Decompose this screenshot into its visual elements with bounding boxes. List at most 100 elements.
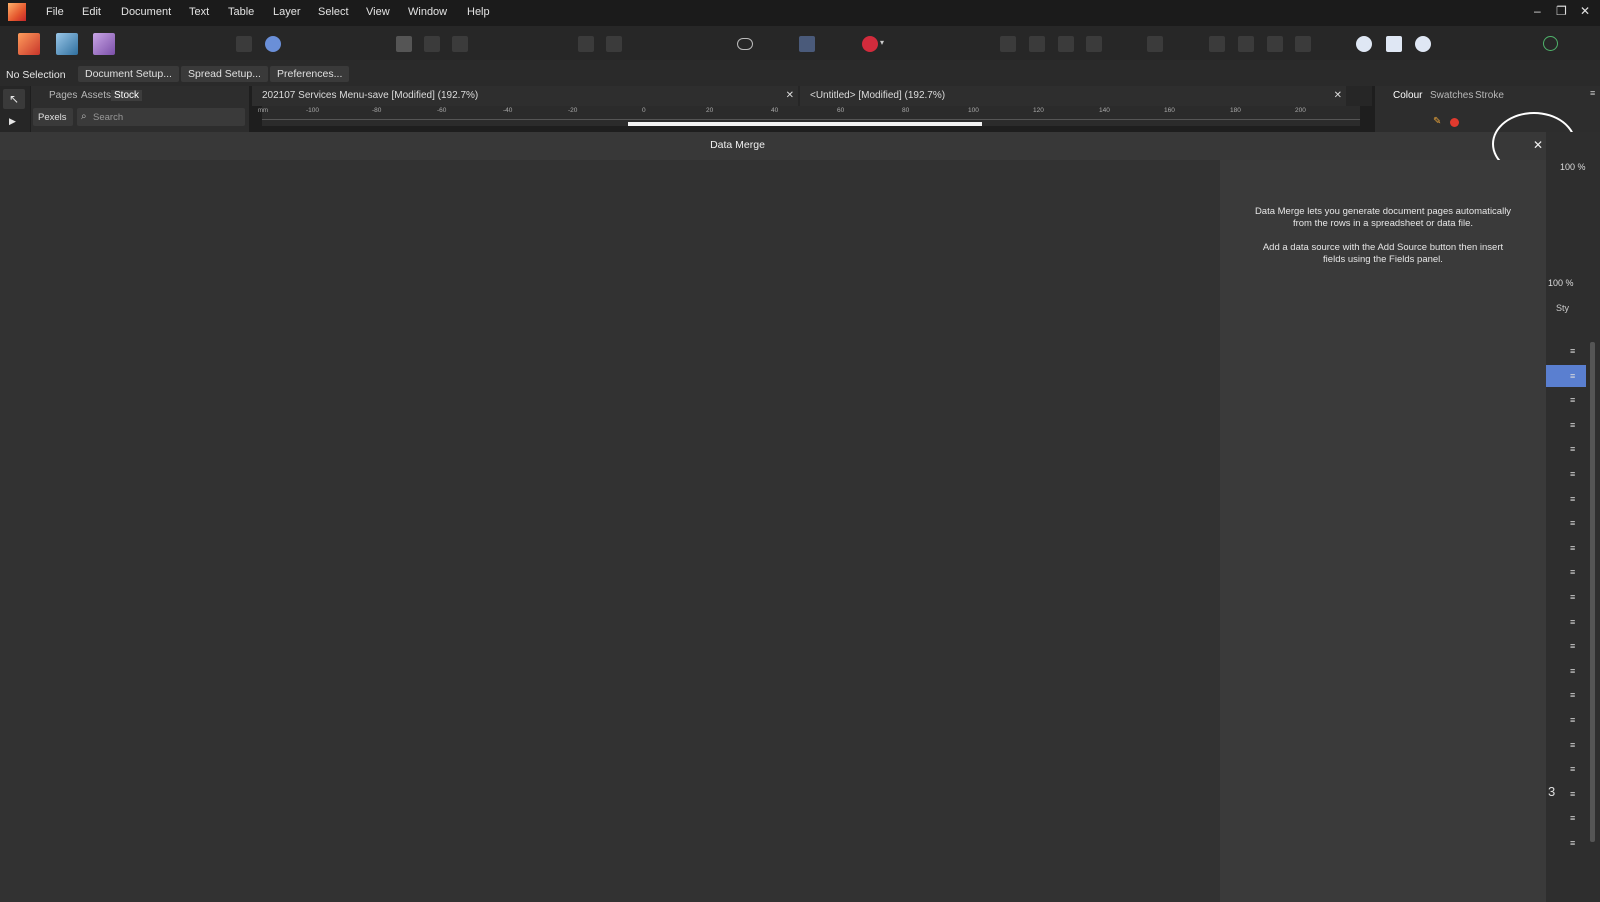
tab-colour[interactable]: Colour bbox=[1393, 90, 1422, 101]
style-row-icon[interactable]: ≡ bbox=[1570, 543, 1575, 553]
page-view-icon[interactable] bbox=[452, 36, 468, 52]
document-tabs: 202107 Services Menu-save [Modified] (19… bbox=[252, 86, 1372, 106]
menu-document[interactable]: Document bbox=[121, 6, 171, 18]
align-left-icon[interactable] bbox=[1000, 36, 1016, 52]
style-row-icon[interactable]: ≡ bbox=[1570, 567, 1575, 577]
arrange-icon[interactable] bbox=[1147, 36, 1163, 52]
text-wrap-icon[interactable] bbox=[799, 36, 815, 52]
style-row-icon[interactable]: ≡ bbox=[1570, 740, 1575, 750]
style-row-icon[interactable]: ≡ bbox=[1570, 789, 1575, 799]
view-mode-icon[interactable] bbox=[396, 36, 412, 52]
menu-view[interactable]: View bbox=[366, 6, 390, 18]
data-merge-description: Data Merge lets you generate document pa… bbox=[1254, 206, 1512, 229]
boolean-add-icon[interactable] bbox=[1356, 36, 1372, 52]
restore-button[interactable]: ❐ bbox=[1556, 4, 1567, 18]
transform-icon[interactable] bbox=[1209, 36, 1225, 52]
preferences-button[interactable]: Preferences... bbox=[270, 66, 350, 82]
style-row-icon[interactable]: ≡ bbox=[1570, 838, 1575, 848]
styles-scrollbar[interactable] bbox=[1590, 342, 1595, 842]
menu-edit[interactable]: Edit bbox=[82, 6, 101, 18]
ruler-tick: -60 bbox=[437, 107, 447, 114]
style-row-icon[interactable]: ≡ bbox=[1570, 371, 1575, 381]
ruler-tick: -20 bbox=[568, 107, 578, 114]
flip-vertical-icon[interactable] bbox=[1295, 36, 1311, 52]
style-row-icon[interactable]: ≡ bbox=[1570, 592, 1575, 602]
menu-table[interactable]: Table bbox=[228, 6, 254, 18]
stock-search-field[interactable]: ⌕ Search bbox=[77, 108, 245, 126]
document-setup-button[interactable]: Document Setup... bbox=[78, 66, 179, 82]
window-close-button[interactable]: ✕ bbox=[1580, 4, 1590, 18]
designer-persona-icon[interactable] bbox=[56, 33, 78, 55]
panel-menu-icon[interactable]: ≡ bbox=[1590, 88, 1595, 98]
style-row-icon[interactable]: ≡ bbox=[1570, 617, 1575, 627]
selected-style-row[interactable] bbox=[1546, 365, 1586, 387]
menu-file[interactable]: File bbox=[46, 6, 64, 18]
number-label: 3 bbox=[1548, 784, 1556, 799]
page-extent-indicator bbox=[628, 122, 982, 126]
style-row-icon[interactable]: ≡ bbox=[1570, 346, 1575, 356]
spread-view-icon[interactable] bbox=[424, 36, 440, 52]
style-row-icon[interactable]: ≡ bbox=[1570, 444, 1575, 454]
zoom-value[interactable]: 100 % bbox=[1548, 278, 1574, 288]
table-icon[interactable] bbox=[606, 36, 622, 52]
publisher-persona-icon[interactable] bbox=[18, 33, 40, 55]
tab-stock[interactable]: Stock bbox=[111, 90, 143, 101]
style-row-icon[interactable]: ≡ bbox=[1570, 641, 1575, 651]
style-row-icon[interactable]: ≡ bbox=[1570, 813, 1575, 823]
tab-pages[interactable]: Pages bbox=[49, 90, 77, 101]
text-frame-icon[interactable] bbox=[578, 36, 594, 52]
style-row-icon[interactable]: ≡ bbox=[1570, 469, 1575, 479]
move-tool-icon[interactable]: ↖ bbox=[3, 89, 25, 109]
style-row-icon[interactable]: ≡ bbox=[1570, 518, 1575, 528]
document-tab-1-title: 202107 Services Menu-save [Modified] (19… bbox=[262, 90, 479, 101]
ruler-tick: 180 bbox=[1230, 107, 1241, 114]
style-row-icon[interactable]: ≡ bbox=[1570, 764, 1575, 774]
menu-select[interactable]: Select bbox=[318, 6, 349, 18]
stock-source-label: Pexels bbox=[38, 112, 67, 123]
fill-color-swatch[interactable] bbox=[1450, 118, 1459, 127]
opacity-value[interactable]: 100 % bbox=[1560, 162, 1586, 172]
style-row-icon[interactable]: ≡ bbox=[1570, 690, 1575, 700]
distribute-icon[interactable] bbox=[1086, 36, 1102, 52]
style-row-icon[interactable]: ≡ bbox=[1570, 395, 1575, 405]
style-row-icon[interactable]: ≡ bbox=[1570, 666, 1575, 676]
context-toolbar: No Selection Document Setup... Spread Se… bbox=[0, 60, 1600, 86]
tab-styles[interactable]: Sty bbox=[1556, 303, 1569, 313]
document-tab-2-close-icon[interactable]: ✕ bbox=[1334, 86, 1342, 106]
tab-assets[interactable]: Assets bbox=[81, 90, 111, 101]
document-tab-2[interactable]: <Untitled> [Modified] (192.7%) ✕ bbox=[800, 86, 1346, 106]
style-row-icon[interactable]: ≡ bbox=[1570, 494, 1575, 504]
ruler-tick: 80 bbox=[902, 107, 910, 114]
snapping-dropdown-icon[interactable]: ▾ bbox=[880, 38, 884, 47]
rotate-icon[interactable] bbox=[1238, 36, 1254, 52]
tab-stroke[interactable]: Stroke bbox=[1475, 90, 1504, 101]
menu-layer[interactable]: Layer bbox=[273, 6, 301, 18]
preflight-icon[interactable] bbox=[236, 36, 252, 52]
document-tab-1-close-icon[interactable]: ✕ bbox=[786, 86, 794, 106]
data-merge-info-panel: Data Merge lets you generate document pa… bbox=[1220, 160, 1546, 902]
stock-source-dropdown[interactable]: Pexels bbox=[33, 108, 73, 126]
align-center-icon[interactable] bbox=[1029, 36, 1045, 52]
style-row-icon[interactable]: ≡ bbox=[1570, 420, 1575, 430]
photo-persona-icon[interactable] bbox=[93, 33, 115, 55]
align-right-icon[interactable] bbox=[1058, 36, 1074, 52]
spread-setup-button[interactable]: Spread Setup... bbox=[181, 66, 268, 82]
minimize-button[interactable]: – bbox=[1534, 4, 1541, 18]
document-tab-1[interactable]: 202107 Services Menu-save [Modified] (19… bbox=[252, 86, 798, 106]
ruler-tick: -80 bbox=[372, 107, 382, 114]
snapping-magnet-icon[interactable] bbox=[862, 36, 878, 52]
flip-horizontal-icon[interactable] bbox=[1267, 36, 1283, 52]
menu-window[interactable]: Window bbox=[408, 6, 447, 18]
menu-help[interactable]: Help bbox=[467, 6, 490, 18]
color-picker-icon[interactable]: ✎ bbox=[1433, 116, 1441, 127]
user-account-icon[interactable] bbox=[1543, 36, 1558, 51]
preview-eye-icon[interactable] bbox=[737, 38, 753, 50]
play-icon[interactable]: ▶ bbox=[9, 116, 16, 127]
data-merge-instructions: Add a data source with the Add Source bu… bbox=[1262, 242, 1504, 265]
menu-text[interactable]: Text bbox=[189, 6, 209, 18]
boolean-intersect-icon[interactable] bbox=[1415, 36, 1431, 52]
style-row-icon[interactable]: ≡ bbox=[1570, 715, 1575, 725]
tab-swatches[interactable]: Swatches bbox=[1430, 90, 1473, 101]
assistant-icon[interactable] bbox=[265, 36, 281, 52]
boolean-subtract-icon[interactable] bbox=[1386, 36, 1402, 52]
